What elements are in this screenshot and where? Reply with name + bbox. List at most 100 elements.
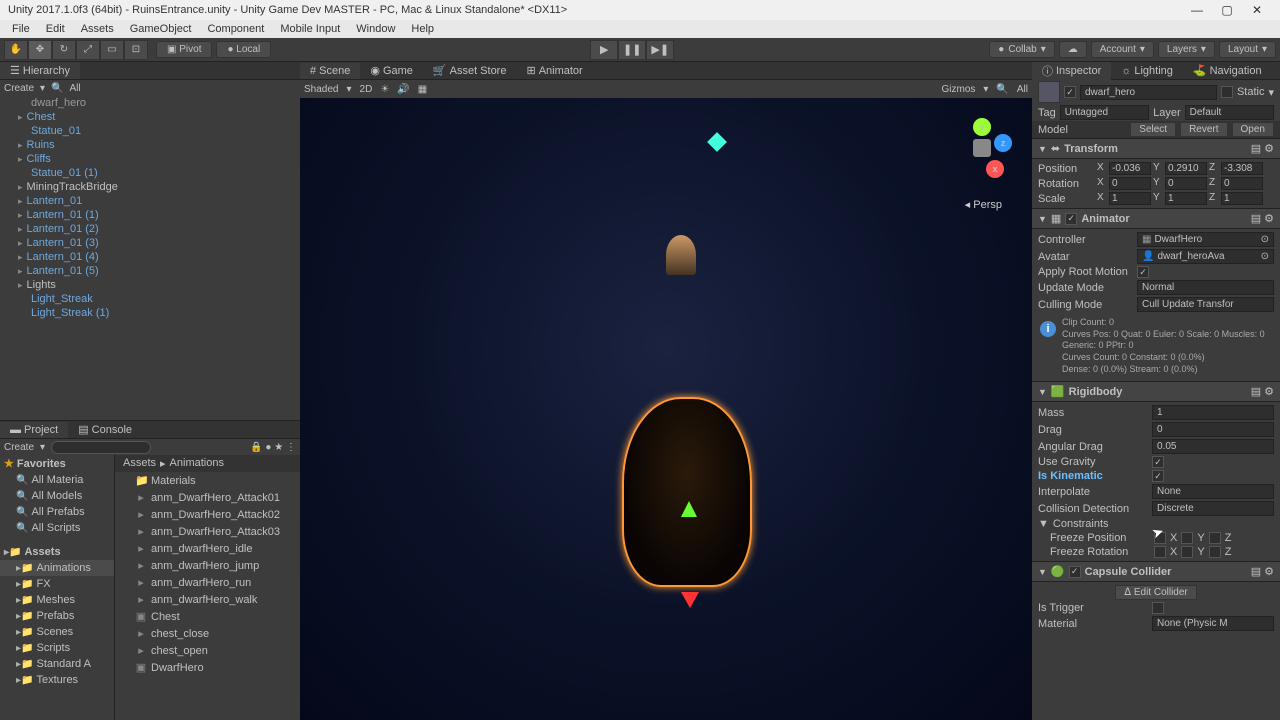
asset-item[interactable]: ▸ anm_dwarfHero_walk	[115, 591, 300, 608]
asset-item[interactable]: ▸ anm_DwarfHero_Attack02	[115, 506, 300, 523]
animator-tab[interactable]: ⊞ Animator	[516, 62, 592, 79]
gameobject-name-input[interactable]: dwarf_hero	[1080, 85, 1217, 100]
asset-item[interactable]: 📁 Materials	[115, 472, 300, 489]
is-kinematic-checkbox[interactable]: ✓	[1152, 470, 1164, 482]
audio-toggle[interactable]: 🔊	[397, 84, 409, 95]
angular-drag-input[interactable]: 0.05	[1152, 439, 1274, 454]
avatar-field[interactable]: 👤dwarf_heroAva⊙	[1137, 249, 1274, 264]
pos-y-input[interactable]: 0.2910	[1165, 162, 1207, 175]
lighting-toggle[interactable]: ☀	[380, 84, 389, 95]
hierarchy-tab[interactable]: ☰ Hierarchy	[0, 62, 80, 79]
folder-item[interactable]: ▸📁 Scenes	[0, 624, 114, 640]
controller-field[interactable]: ▦DwarfHero⊙	[1137, 232, 1274, 247]
scene-view[interactable]: y z x ◂ Persp	[300, 98, 1032, 720]
transform-tool[interactable]: ⊡	[124, 40, 148, 60]
apply-root-checkbox[interactable]: ✓	[1137, 266, 1149, 278]
rot-y-input[interactable]: 0	[1165, 177, 1207, 190]
asset-item[interactable]: ▸ anm_dwarfHero_jump	[115, 557, 300, 574]
menu-help[interactable]: Help	[403, 23, 442, 35]
local-toggle[interactable]: ● Local	[216, 41, 271, 58]
asset-item[interactable]: ▸ anm_dwarfHero_idle	[115, 540, 300, 557]
freeze-pos-y[interactable]	[1181, 532, 1193, 544]
hierarchy-item[interactable]: Light_Streak	[0, 292, 300, 306]
mass-input[interactable]: 1	[1152, 405, 1274, 420]
scale-tool[interactable]: ⤢	[76, 40, 100, 60]
assets-header[interactable]: ▸📁 Assets	[0, 544, 114, 560]
project-tab[interactable]: ▬ Project	[0, 422, 68, 438]
account-dropdown[interactable]: Account ▾	[1091, 41, 1154, 58]
move-tool[interactable]: ✥	[28, 40, 52, 60]
capsule-collider-header[interactable]: ▼🟢 ✓ Capsule Collider ▤ ⚙	[1032, 561, 1280, 582]
model-open-button[interactable]: Open	[1232, 122, 1274, 137]
asset-item[interactable]: ▣ Chest	[115, 608, 300, 625]
scale-x-input[interactable]: 1	[1109, 192, 1151, 205]
hierarchy-item[interactable]: dwarf_hero	[0, 96, 300, 110]
crumb-animations[interactable]: Animations	[170, 457, 224, 470]
scene-tab[interactable]: # Scene	[300, 63, 360, 79]
hierarchy-item[interactable]: ▸ Lantern_01 (4)	[0, 250, 300, 264]
freeze-rot-x[interactable]	[1154, 546, 1166, 558]
is-trigger-checkbox[interactable]	[1152, 602, 1164, 614]
hierarchy-item[interactable]: ▸ Lights	[0, 278, 300, 292]
navigation-tab[interactable]: ⛳ Navigation	[1183, 62, 1272, 79]
scale-y-input[interactable]: 1	[1165, 192, 1207, 205]
minimize-button[interactable]: —	[1182, 3, 1212, 17]
persp-label[interactable]: ◂ Persp	[965, 198, 1002, 211]
favorite-item[interactable]: 🔍 All Scripts	[0, 520, 114, 536]
menu-edit[interactable]: Edit	[38, 23, 73, 35]
folder-item[interactable]: ▸📁 Textures	[0, 672, 114, 688]
rect-tool[interactable]: ▭	[100, 40, 124, 60]
freeze-pos-x[interactable]	[1154, 532, 1166, 544]
menu-assets[interactable]: Assets	[73, 23, 122, 35]
static-checkbox[interactable]	[1221, 86, 1233, 98]
rot-z-input[interactable]: 0	[1221, 177, 1263, 190]
active-checkbox[interactable]: ✓	[1064, 86, 1076, 98]
hierarchy-create[interactable]: Create	[4, 83, 34, 94]
pos-x-input[interactable]: -0.036	[1109, 162, 1151, 175]
rigidbody-header[interactable]: ▼🟩 Rigidbody ▤ ⚙	[1032, 381, 1280, 402]
asset-item[interactable]: ▣ DwarfHero	[115, 659, 300, 676]
edit-collider-button[interactable]: ᐃ Edit Collider	[1115, 585, 1197, 600]
favorites-header[interactable]: ★ Favorites	[0, 455, 114, 472]
collision-dropdown[interactable]: Discrete	[1152, 501, 1274, 516]
axis-y-icon[interactable]: y	[973, 118, 991, 136]
menu-window[interactable]: Window	[348, 23, 403, 35]
rotate-tool[interactable]: ↻	[52, 40, 76, 60]
freeze-pos-z[interactable]	[1209, 532, 1221, 544]
axis-x-icon[interactable]: x	[986, 160, 1004, 178]
maximize-button[interactable]: ▢	[1212, 3, 1242, 17]
transform-header[interactable]: ▼⬌ Transform ▤ ⚙	[1032, 138, 1280, 159]
animator-enabled-checkbox[interactable]: ✓	[1065, 213, 1077, 225]
2d-toggle[interactable]: 2D	[360, 84, 373, 95]
axis-z-icon[interactable]: z	[994, 134, 1012, 152]
close-button[interactable]: ✕	[1242, 3, 1272, 17]
folder-item[interactable]: ▸📁 Animations	[0, 560, 114, 576]
interpolate-dropdown[interactable]: None	[1152, 484, 1274, 499]
favorite-item[interactable]: 🔍 All Models	[0, 488, 114, 504]
folder-item[interactable]: ▸📁 Standard A	[0, 656, 114, 672]
component-menu-icon[interactable]: ▤ ⚙	[1251, 385, 1274, 398]
hierarchy-item[interactable]: ▸ MiningTrackBridge	[0, 180, 300, 194]
hierarchy-search-all[interactable]: All	[70, 83, 81, 94]
hierarchy-item[interactable]: ▸ Ruins	[0, 138, 300, 152]
hierarchy-item[interactable]: ▸ Cliffs	[0, 152, 300, 166]
layer-dropdown[interactable]: Default	[1185, 105, 1274, 120]
scale-z-input[interactable]: 1	[1221, 192, 1263, 205]
pivot-toggle[interactable]: ▣ Pivot	[156, 41, 212, 58]
menu-component[interactable]: Component	[199, 23, 272, 35]
use-gravity-checkbox[interactable]: ✓	[1152, 456, 1164, 468]
asset-item[interactable]: ▸ anm_dwarfHero_run	[115, 574, 300, 591]
orientation-gizmo[interactable]: y z x	[952, 118, 1012, 178]
folder-item[interactable]: ▸📁 Meshes	[0, 592, 114, 608]
asset-item[interactable]: ▸ chest_open	[115, 642, 300, 659]
component-menu-icon[interactable]: ▤ ⚙	[1251, 212, 1274, 225]
hierarchy-item[interactable]: Statue_01	[0, 124, 300, 138]
crumb-assets[interactable]: Assets	[123, 457, 156, 470]
hierarchy-item[interactable]: ▸ Lantern_01 (3)	[0, 236, 300, 250]
animator-header[interactable]: ▼▦ ✓ Animator ▤ ⚙	[1032, 208, 1280, 229]
hierarchy-item[interactable]: Statue_01 (1)	[0, 166, 300, 180]
asset-store-tab[interactable]: 🛒 Asset Store	[423, 62, 517, 79]
move-gizmo-x-icon[interactable]	[681, 592, 699, 608]
console-tab[interactable]: ▤ Console	[68, 421, 142, 438]
folder-item[interactable]: ▸📁 Scripts	[0, 640, 114, 656]
